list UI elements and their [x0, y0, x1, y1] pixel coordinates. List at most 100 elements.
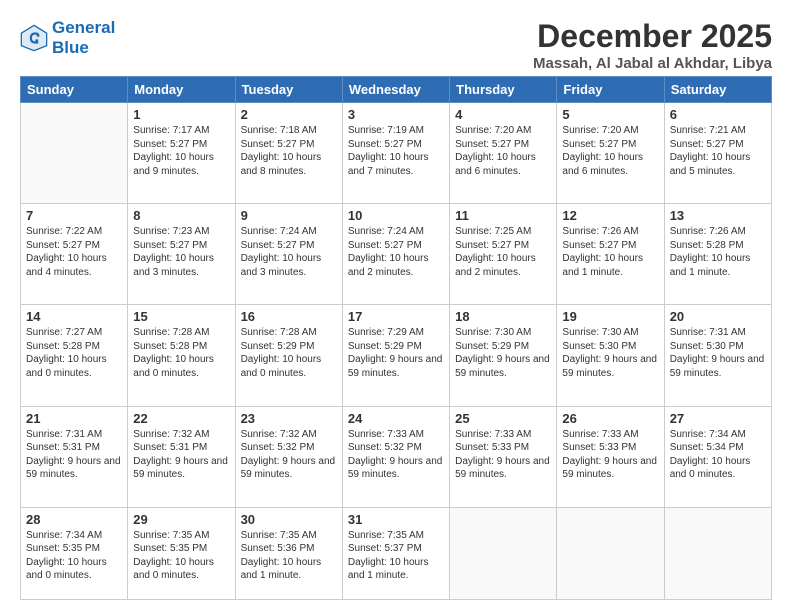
calendar-cell: 19 Sunrise: 7:30 AMSunset: 5:30 PMDayligh…: [557, 305, 664, 406]
logo: General Blue: [20, 18, 115, 57]
calendar-cell: [664, 507, 771, 599]
calendar-cell: 18 Sunrise: 7:30 AMSunset: 5:29 PMDayligh…: [450, 305, 557, 406]
calendar-day-header: Friday: [557, 77, 664, 103]
page: General Blue December 2025 Massah, Al Ja…: [0, 0, 792, 612]
day-number: 6: [670, 107, 766, 122]
calendar-cell: 15 Sunrise: 7:28 AMSunset: 5:28 PMDayligh…: [128, 305, 235, 406]
calendar-cell: 23Sunrise: 7:32 AMSunset: 5:32 PMDayligh…: [235, 406, 342, 507]
cell-text: Sunrise: 7:24 AMSunset: 5:27 PMDaylight:…: [348, 225, 444, 279]
calendar-header-row: SundayMondayTuesdayWednesdayThursdayFrid…: [21, 77, 772, 103]
calendar-cell: 22 Sunrise: 7:32 AMSunset: 5:31 PMDayligh…: [128, 406, 235, 507]
calendar-cell: [557, 507, 664, 599]
cell-text: Sunrise: 7:28 AMSunset: 5:29 PMDaylight:…: [241, 326, 337, 380]
calendar-cell: 10 Sunrise: 7:24 AMSunset: 5:27 PMDayligh…: [342, 204, 449, 305]
day-number: 13: [670, 208, 766, 223]
day-number: 19: [562, 309, 658, 324]
calendar-cell: 20Sunrise: 7:31 AMSunset: 5:30 PMDayligh…: [664, 305, 771, 406]
cell-text: Sunrise: 7:20 AMSunset: 5:27 PMDaylight:…: [455, 124, 551, 178]
day-number: 24: [348, 411, 444, 426]
day-number: 22: [133, 411, 229, 426]
cell-text: Sunrise: 7:25 AMSunset: 5:27 PMDaylight:…: [455, 225, 551, 279]
calendar-cell: 12 Sunrise: 7:26 AMSunset: 5:27 PMDayligh…: [557, 204, 664, 305]
day-number: 18: [455, 309, 551, 324]
cell-text: Sunrise: 7:33 AMSunset: 5:33 PMDaylight:…: [455, 428, 551, 482]
calendar-cell: 6 Sunrise: 7:21 AMSunset: 5:27 PMDaylight…: [664, 103, 771, 204]
calendar-week-row: 28 Sunrise: 7:34 AMSunset: 5:35 PMDayligh…: [21, 507, 772, 599]
calendar-day-header: Monday: [128, 77, 235, 103]
cell-text: Sunrise: 7:34 AMSunset: 5:34 PMDaylight:…: [670, 428, 766, 482]
day-number: 28: [26, 512, 122, 527]
calendar-cell: 17 Sunrise: 7:29 AMSunset: 5:29 PMDayligh…: [342, 305, 449, 406]
day-number: 5: [562, 107, 658, 122]
calendar-day-header: Sunday: [21, 77, 128, 103]
calendar-cell: [21, 103, 128, 204]
header: General Blue December 2025 Massah, Al Ja…: [20, 18, 772, 72]
calendar-cell: 3 Sunrise: 7:19 AMSunset: 5:27 PMDaylight…: [342, 103, 449, 204]
cell-text: Sunrise: 7:33 AMSunset: 5:33 PMDaylight:…: [562, 428, 658, 482]
calendar-cell: 25 Sunrise: 7:33 AMSunset: 5:33 PMDayligh…: [450, 406, 557, 507]
day-number: 21: [26, 411, 122, 426]
cell-text: Sunrise: 7:18 AMSunset: 5:27 PMDaylight:…: [241, 124, 337, 178]
cell-text: Sunrise: 7:32 AMSunset: 5:31 PMDaylight:…: [133, 428, 229, 482]
calendar-cell: 21 Sunrise: 7:31 AMSunset: 5:31 PMDayligh…: [21, 406, 128, 507]
logo-text: General Blue: [52, 18, 115, 57]
calendar-week-row: 1 Sunrise: 7:17 AMSunset: 5:27 PMDaylight…: [21, 103, 772, 204]
day-number: 2: [241, 107, 337, 122]
cell-text: Sunrise: 7:29 AMSunset: 5:29 PMDaylight:…: [348, 326, 444, 380]
calendar-cell: 31 Sunrise: 7:35 AMSunset: 5:37 PMDayligh…: [342, 507, 449, 599]
day-number: 3: [348, 107, 444, 122]
logo-icon: [20, 24, 48, 52]
calendar-day-header: Saturday: [664, 77, 771, 103]
calendar-cell: [450, 507, 557, 599]
calendar-cell: 11 Sunrise: 7:25 AMSunset: 5:27 PMDayligh…: [450, 204, 557, 305]
day-number: 10: [348, 208, 444, 223]
day-number: 12: [562, 208, 658, 223]
calendar-week-row: 7Sunrise: 7:22 AMSunset: 5:27 PMDaylight…: [21, 204, 772, 305]
calendar-week-row: 14Sunrise: 7:27 AMSunset: 5:28 PMDayligh…: [21, 305, 772, 406]
calendar-cell: 1 Sunrise: 7:17 AMSunset: 5:27 PMDaylight…: [128, 103, 235, 204]
calendar-cell: 8 Sunrise: 7:23 AMSunset: 5:27 PMDaylight…: [128, 204, 235, 305]
calendar-cell: 29Sunrise: 7:35 AMSunset: 5:35 PMDayligh…: [128, 507, 235, 599]
calendar-cell: 14Sunrise: 7:27 AMSunset: 5:28 PMDayligh…: [21, 305, 128, 406]
day-number: 9: [241, 208, 337, 223]
cell-text: Sunrise: 7:19 AMSunset: 5:27 PMDaylight:…: [348, 124, 444, 178]
day-number: 1: [133, 107, 229, 122]
day-number: 4: [455, 107, 551, 122]
cell-text: Sunrise: 7:35 AMSunset: 5:37 PMDaylight:…: [348, 529, 444, 583]
cell-text: Sunrise: 7:27 AMSunset: 5:28 PMDaylight:…: [26, 326, 122, 380]
cell-text: Sunrise: 7:28 AMSunset: 5:28 PMDaylight:…: [133, 326, 229, 380]
calendar-week-row: 21 Sunrise: 7:31 AMSunset: 5:31 PMDayligh…: [21, 406, 772, 507]
calendar-cell: 7Sunrise: 7:22 AMSunset: 5:27 PMDaylight…: [21, 204, 128, 305]
calendar-cell: 24Sunrise: 7:33 AMSunset: 5:32 PMDayligh…: [342, 406, 449, 507]
cell-text: Sunrise: 7:31 AMSunset: 5:31 PMDaylight:…: [26, 428, 122, 482]
calendar-cell: 5Sunrise: 7:20 AMSunset: 5:27 PMDaylight…: [557, 103, 664, 204]
calendar-day-header: Tuesday: [235, 77, 342, 103]
cell-text: Sunrise: 7:34 AMSunset: 5:35 PMDaylight:…: [26, 529, 122, 583]
day-number: 25: [455, 411, 551, 426]
cell-text: Sunrise: 7:30 AMSunset: 5:30 PMDaylight:…: [562, 326, 658, 380]
cell-text: Sunrise: 7:26 AMSunset: 5:27 PMDaylight:…: [562, 225, 658, 279]
title-section: December 2025 Massah, Al Jabal al Akhdar…: [533, 18, 772, 72]
day-number: 15: [133, 309, 229, 324]
cell-text: Sunrise: 7:21 AMSunset: 5:27 PMDaylight:…: [670, 124, 766, 178]
day-number: 31: [348, 512, 444, 527]
day-number: 17: [348, 309, 444, 324]
day-number: 29: [133, 512, 229, 527]
day-number: 11: [455, 208, 551, 223]
calendar-cell: 27Sunrise: 7:34 AMSunset: 5:34 PMDayligh…: [664, 406, 771, 507]
cell-text: Sunrise: 7:35 AMSunset: 5:36 PMDaylight:…: [241, 529, 337, 583]
cell-text: Sunrise: 7:32 AMSunset: 5:32 PMDaylight:…: [241, 428, 337, 482]
calendar-cell: 2 Sunrise: 7:18 AMSunset: 5:27 PMDaylight…: [235, 103, 342, 204]
subtitle: Massah, Al Jabal al Akhdar, Libya: [533, 55, 772, 72]
day-number: 16: [241, 309, 337, 324]
cell-text: Sunrise: 7:23 AMSunset: 5:27 PMDaylight:…: [133, 225, 229, 279]
calendar-cell: 26Sunrise: 7:33 AMSunset: 5:33 PMDayligh…: [557, 406, 664, 507]
cell-text: Sunrise: 7:17 AMSunset: 5:27 PMDaylight:…: [133, 124, 229, 178]
day-number: 8: [133, 208, 229, 223]
calendar-cell: 13Sunrise: 7:26 AMSunset: 5:28 PMDayligh…: [664, 204, 771, 305]
calendar-cell: 9 Sunrise: 7:24 AMSunset: 5:27 PMDaylight…: [235, 204, 342, 305]
calendar-table: SundayMondayTuesdayWednesdayThursdayFrid…: [20, 76, 772, 600]
cell-text: Sunrise: 7:30 AMSunset: 5:29 PMDaylight:…: [455, 326, 551, 380]
cell-text: Sunrise: 7:24 AMSunset: 5:27 PMDaylight:…: [241, 225, 337, 279]
calendar-cell: 4 Sunrise: 7:20 AMSunset: 5:27 PMDaylight…: [450, 103, 557, 204]
